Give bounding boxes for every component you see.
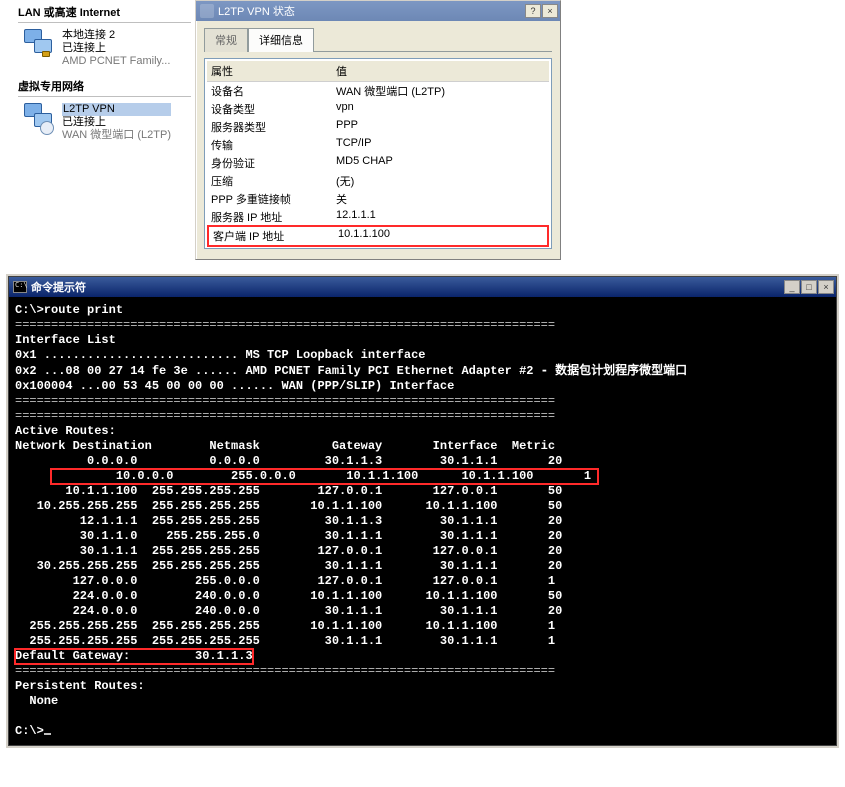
column-header-value[interactable]: 值 — [332, 61, 549, 82]
prop-value: 10.1.1.100 — [334, 227, 547, 245]
prop-key[interactable]: 传输 — [207, 136, 332, 154]
network-connections-panel: LAN 或高速 Internet 本地连接 2 已连接上 AMD PCNET F… — [0, 0, 195, 260]
prop-key[interactable]: 设备名 — [207, 82, 332, 100]
cmd-line: 0x1 ........................... MS TCP L… — [15, 348, 830, 363]
prop-value[interactable]: MD5 CHAP — [332, 154, 549, 172]
cmd-title-text: 命令提示符 — [31, 279, 784, 295]
help-button[interactable]: ? — [525, 4, 541, 18]
prop-value[interactable]: (无) — [332, 172, 549, 190]
connection-status: 已连接上 — [62, 42, 170, 55]
prop-key[interactable]: PPP 多重链接帧 — [207, 190, 332, 208]
vpn-connection-icon — [24, 103, 56, 135]
cmd-line: Interface List — [15, 333, 830, 348]
tab-general[interactable]: 常规 — [204, 28, 248, 52]
prop-key[interactable]: 压缩 — [207, 172, 332, 190]
dialog-title-text: L2TP VPN 状态 — [218, 3, 525, 19]
connection-device: WAN 微型端口 (L2TP) — [62, 129, 171, 142]
cmd-line: ========================================… — [15, 318, 830, 333]
cmd-route: 10.1.1.100 255.255.255.255 127.0.0.1 127… — [15, 484, 830, 499]
prop-key[interactable]: 身份验证 — [207, 154, 332, 172]
cmd-route: 224.0.0.0 240.0.0.0 10.1.1.100 10.1.1.10… — [15, 589, 830, 604]
prop-value[interactable]: TCP/IP — [332, 136, 549, 154]
cmd-prompt: C:\> — [15, 724, 830, 739]
property-list: 属性 值 设备名WAN 微型端口 (L2TP)设备类型vpn服务器类型PPP传输… — [204, 58, 552, 249]
cmd-line: C:\>route print — [15, 303, 830, 318]
lan-connection-icon — [24, 29, 56, 61]
vpn-status-dialog: L2TP VPN 状态 ? × 常规 详细信息 属性 值 设备名WAN 微型端口… — [195, 0, 561, 260]
cmd-line: None — [15, 694, 830, 709]
cmd-title-icon — [13, 281, 27, 293]
connection-name: 本地连接 2 — [62, 29, 170, 42]
close-button[interactable]: × — [542, 4, 558, 18]
cmd-line: Persistent Routes: — [15, 679, 830, 694]
cmd-route: 30.1.1.1 255.255.255.255 127.0.0.1 127.0… — [15, 544, 830, 559]
command-prompt-window: 命令提示符 _ □ × C:\>route print=============… — [6, 274, 839, 748]
cmd-route: 12.1.1.1 255.255.255.255 30.1.1.3 30.1.1… — [15, 514, 830, 529]
prop-value[interactable]: WAN 微型端口 (L2TP) — [332, 82, 549, 100]
cmd-line: ========================================… — [15, 664, 830, 679]
cmd-route: 255.255.255.255 255.255.255.255 30.1.1.1… — [15, 634, 830, 649]
section-vpn-header: 虚拟专用网络 — [18, 78, 191, 97]
cmd-route: 255.255.255.255 255.255.255.255 10.1.1.1… — [15, 619, 830, 634]
cmd-default-gateway-highlighted: Default Gateway: 30.1.1.3 — [15, 649, 830, 664]
connection-item-lan[interactable]: 本地连接 2 已连接上 AMD PCNET Family... — [24, 29, 195, 68]
connection-device: AMD PCNET Family... — [62, 55, 170, 68]
maximize-button[interactable]: □ — [801, 280, 817, 294]
close-button[interactable]: × — [818, 280, 834, 294]
prop-key[interactable]: 设备类型 — [207, 100, 332, 118]
prop-key: 客户端 IP 地址 — [209, 227, 334, 245]
prop-value[interactable]: vpn — [332, 100, 549, 118]
cmd-route: 0.0.0.0 0.0.0.0 30.1.1.3 30.1.1.1 20 — [15, 454, 830, 469]
cmd-route: 224.0.0.0 240.0.0.0 30.1.1.1 30.1.1.1 20 — [15, 604, 830, 619]
cmd-output[interactable]: C:\>route print=========================… — [9, 297, 836, 745]
cmd-titlebar[interactable]: 命令提示符 _ □ × — [9, 277, 836, 297]
cmd-route-highlighted: 10.0.0.0 255.0.0.0 10.1.1.100 10.1.1.100… — [15, 469, 830, 484]
prop-value[interactable]: 12.1.1.1 — [332, 208, 549, 226]
tab-bar: 常规 详细信息 — [204, 27, 552, 52]
cmd-line: ========================================… — [15, 394, 830, 409]
connection-name: L2TP VPN — [62, 103, 171, 116]
cmd-line: Active Routes: — [15, 424, 830, 439]
cmd-line: Network Destination Netmask Gateway Inte… — [15, 439, 830, 454]
cmd-route: 30.1.1.0 255.255.255.0 30.1.1.1 30.1.1.1… — [15, 529, 830, 544]
section-lan-header: LAN 或高速 Internet — [18, 4, 191, 23]
connection-status: 已连接上 — [62, 116, 171, 129]
connection-item-vpn[interactable]: L2TP VPN 已连接上 WAN 微型端口 (L2TP) — [24, 103, 195, 142]
cmd-route: 30.255.255.255 255.255.255.255 30.1.1.1 … — [15, 559, 830, 574]
prop-key[interactable]: 服务器类型 — [207, 118, 332, 136]
cmd-line — [15, 709, 830, 724]
prop-key[interactable]: 服务器 IP 地址 — [207, 208, 332, 226]
dialog-title-icon — [200, 4, 214, 18]
prop-value[interactable]: 关 — [332, 190, 549, 208]
cmd-route: 10.255.255.255 255.255.255.255 10.1.1.10… — [15, 499, 830, 514]
column-header-attr[interactable]: 属性 — [207, 61, 332, 82]
tab-details[interactable]: 详细信息 — [248, 28, 314, 52]
dialog-titlebar[interactable]: L2TP VPN 状态 ? × — [196, 1, 560, 21]
minimize-button[interactable]: _ — [784, 280, 800, 294]
cmd-route: 127.0.0.0 255.0.0.0 127.0.0.1 127.0.0.1 … — [15, 574, 830, 589]
cmd-line: ========================================… — [15, 409, 830, 424]
prop-row-highlighted[interactable]: 客户端 IP 地址10.1.1.100 — [207, 225, 549, 247]
cursor-icon — [44, 733, 51, 735]
prop-value[interactable]: PPP — [332, 118, 549, 136]
cmd-line: 0x100004 ...00 53 45 00 00 00 ...... WAN… — [15, 379, 830, 394]
cmd-line: 0x2 ...08 00 27 14 fe 3e ...... AMD PCNE… — [15, 363, 830, 379]
